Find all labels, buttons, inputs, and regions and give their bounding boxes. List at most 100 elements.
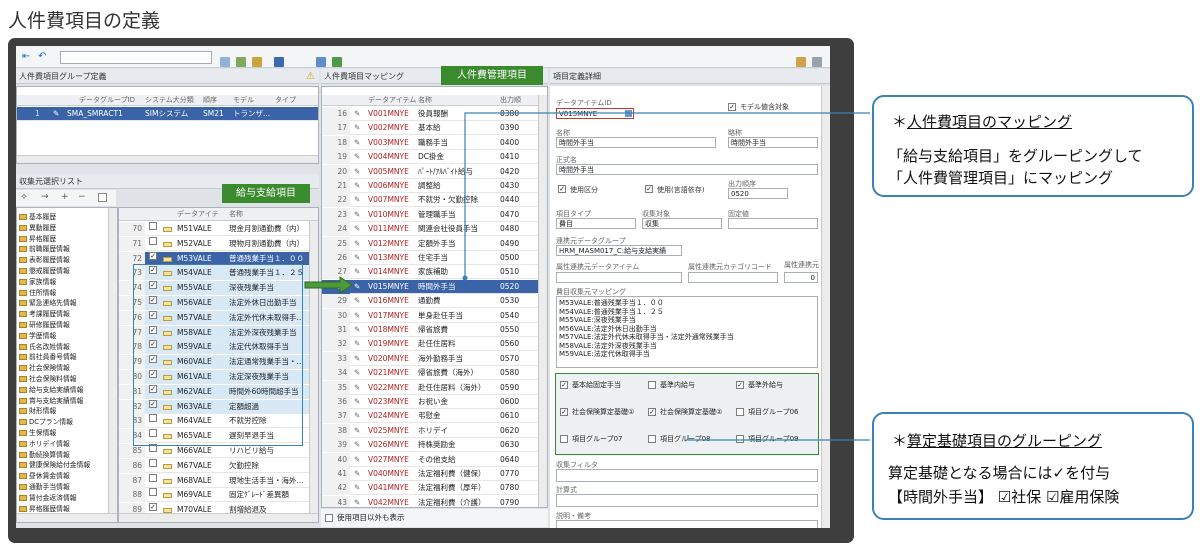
pay-row[interactable]: 71 M52VALE 現物月割通勤費（内） bbox=[119, 236, 318, 251]
pay-row-checkbox[interactable] bbox=[149, 222, 157, 230]
edit-icon: ✎ bbox=[354, 353, 361, 363]
add-icon[interactable]: + bbox=[61, 192, 69, 202]
tree-item[interactable]: 家族情報 bbox=[19, 276, 56, 286]
tree-item[interactable]: 研修履歴情報 bbox=[19, 319, 70, 329]
tree-item[interactable]: 考課履歴情報 bbox=[19, 308, 70, 318]
pay-row[interactable]: 72 ✓ M53VALE 普通残業手当１．００ bbox=[119, 251, 318, 266]
pay-row-checkbox[interactable]: ✓ bbox=[149, 355, 157, 364]
arrow-right-icon[interactable]: → bbox=[41, 192, 49, 202]
tree-item[interactable]: 緊急連絡先情報 bbox=[19, 297, 77, 307]
tree-item[interactable]: ホリデイ情報 bbox=[19, 438, 70, 448]
tree-vscroll[interactable] bbox=[108, 208, 117, 513]
tree-item[interactable]: 前社員番号情報 bbox=[19, 351, 77, 361]
pay-row[interactable]: 77 ✓ M58VALE 法定外深夜残業手当 bbox=[119, 325, 318, 340]
pay-row[interactable]: 78 ✓ M59VALE 法定代休取得手当 bbox=[119, 340, 318, 355]
tree-item[interactable]: 前職履歴情報 bbox=[19, 243, 70, 253]
tree-item[interactable]: 表彰履歴情報 bbox=[19, 254, 70, 264]
pay-row-checkbox[interactable]: ✓ bbox=[149, 266, 157, 275]
pay-row[interactable]: 84 M65VALE 遅刻早退手当 bbox=[119, 429, 318, 444]
tree-item[interactable]: 財形情報 bbox=[19, 405, 56, 415]
pay-row-checkbox[interactable] bbox=[149, 414, 157, 423]
pay-row[interactable]: 85 M66VALE リハビリ給与 bbox=[119, 444, 318, 458]
pay-row-checkbox[interactable]: ✓ bbox=[149, 503, 157, 512]
tree-item[interactable]: 通勤手当情報 bbox=[19, 481, 70, 491]
pay-row-checkbox[interactable]: ✓ bbox=[149, 251, 157, 260]
tree-item[interactable]: 健康保険給付金情報 bbox=[19, 459, 90, 469]
pay-row-checkbox[interactable] bbox=[149, 473, 157, 482]
tree-item-label: 氏名改姓情報 bbox=[29, 342, 70, 351]
calendar-icon[interactable] bbox=[220, 57, 230, 67]
tree-item[interactable]: 社会保険料情報 bbox=[19, 373, 77, 383]
pay-row-checkbox[interactable]: ✓ bbox=[149, 399, 157, 408]
pay-row-checkbox[interactable] bbox=[149, 488, 157, 497]
grid-icon[interactable] bbox=[236, 57, 246, 67]
item-icon bbox=[163, 449, 172, 454]
search-input[interactable] bbox=[60, 51, 212, 64]
pay-row[interactable]: 88 M69VALE 固定ｸﾞﾚｰﾄﾞ差異額 bbox=[119, 488, 318, 503]
grid-add-icon[interactable] bbox=[252, 57, 262, 67]
pay-row-checkbox[interactable]: ✓ bbox=[149, 370, 157, 378]
tree-item[interactable]: 賞与支給実績情報 bbox=[19, 395, 83, 405]
back-icon[interactable]: ⇤ bbox=[22, 51, 30, 62]
tree-item[interactable]: 賃付金返済情報 bbox=[19, 492, 77, 502]
pay-row[interactable]: 81 ✓ M62VALE 時間外60時間超手当 bbox=[119, 384, 318, 399]
pay-row-checkbox[interactable]: ✓ bbox=[149, 296, 157, 304]
pay-row-checkbox[interactable]: ✓ bbox=[149, 340, 157, 349]
group-row-selected[interactable]: 1 ✎ SMA_SMRACT1 SIMシステム SM21 トランザ... bbox=[17, 107, 318, 121]
pay-row[interactable]: 82 ✓ M63VALE 定額超過 bbox=[119, 399, 318, 414]
pay-row[interactable]: 73 ✓ M54VALE 普通残業手当１．２５ bbox=[119, 266, 318, 281]
export-icon[interactable] bbox=[316, 57, 326, 67]
pay-row-checkbox[interactable] bbox=[149, 236, 157, 245]
tree-item[interactable]: 氏名改姓情報 bbox=[19, 341, 70, 351]
tree-item[interactable]: 昇格履歴 bbox=[19, 233, 56, 243]
folder-icon bbox=[19, 322, 27, 328]
tree-item[interactable]: 基本履歴 bbox=[19, 211, 56, 221]
tree-item[interactable]: 昼休賃金情報 bbox=[19, 470, 70, 480]
show-unused-checkbox[interactable] bbox=[325, 514, 333, 522]
tree-item-label: 賃付金返済情報 bbox=[29, 493, 77, 502]
group-grid-hscroll[interactable] bbox=[17, 155, 318, 163]
remove-icon[interactable]: − bbox=[78, 192, 86, 202]
tree-item[interactable]: 生保情報 bbox=[19, 427, 56, 437]
pay-row-checkbox[interactable]: ✓ bbox=[149, 384, 157, 393]
calc-field[interactable] bbox=[556, 494, 818, 507]
save-icon[interactable] bbox=[274, 57, 284, 67]
pay-row[interactable]: 70 M51VALE 現金月割通勤費（内） bbox=[119, 222, 318, 236]
help-icon[interactable] bbox=[812, 57, 822, 67]
pay-row[interactable]: 83 M64VALE 不就労控除 bbox=[119, 414, 318, 429]
pay-hscroll[interactable] bbox=[119, 513, 318, 522]
tree-item[interactable]: 学歴情報 bbox=[19, 330, 56, 340]
tree-item[interactable]: 住所情報 bbox=[19, 287, 56, 297]
import-icon[interactable] bbox=[332, 57, 342, 67]
pay-row[interactable]: 80 ✓ M61VALE 法定深夜残業手当 bbox=[119, 370, 318, 384]
tree-item[interactable]: 勤続換算情報 bbox=[19, 449, 70, 459]
pay-row[interactable]: 87 M68VALE 現地生活手当・海外... bbox=[119, 473, 318, 488]
tree-item[interactable]: 昇格履歴情報 bbox=[19, 503, 70, 513]
tree-item[interactable]: 社会保険情報 bbox=[19, 362, 70, 372]
pay-row-checkbox[interactable] bbox=[149, 429, 157, 438]
expand-icon[interactable]: ⟡ bbox=[21, 192, 27, 202]
pay-row[interactable]: 75 ✓ M56VALE 法定外休日出勤手当 bbox=[119, 296, 318, 310]
pay-row-checkbox[interactable] bbox=[149, 444, 157, 452]
tools-icon[interactable] bbox=[796, 57, 806, 67]
refresh-icon[interactable]: ↶ bbox=[38, 51, 46, 62]
pay-row-checkbox[interactable]: ✓ bbox=[149, 310, 157, 319]
pay-row[interactable]: 74 ✓ M55VALE 深夜残業手当 bbox=[119, 281, 318, 296]
edit-icon: ✎ bbox=[53, 109, 60, 118]
pay-row[interactable]: 86 M67VALE 欠勤控除 bbox=[119, 458, 318, 473]
tree-item[interactable]: 給与支給実績情報 bbox=[19, 384, 83, 394]
pay-row[interactable]: 76 ✓ M57VALE 法定外代休未取得手... bbox=[119, 310, 318, 325]
edit-icon: ✎ bbox=[354, 440, 361, 450]
sheet-icon[interactable] bbox=[98, 193, 107, 202]
tree-item[interactable]: 懲戒履歴情報 bbox=[19, 265, 70, 275]
tree-item[interactable]: 異動履歴 bbox=[19, 222, 56, 232]
mapping-row[interactable]: 43 ✎ V042MNYE 法定福利費（介護） 0790 bbox=[322, 495, 547, 507]
pay-row[interactable]: 79 ✓ M60VALE 法定通常残業手当・... bbox=[119, 355, 318, 370]
tree-hscroll[interactable] bbox=[17, 513, 117, 522]
memo-field[interactable] bbox=[556, 520, 818, 528]
pay-row-checkbox[interactable] bbox=[149, 458, 157, 467]
tree-item[interactable]: DCプラン情報 bbox=[19, 416, 73, 426]
pay-row-checkbox[interactable]: ✓ bbox=[149, 281, 157, 290]
pay-row-checkbox[interactable]: ✓ bbox=[149, 325, 157, 334]
mapping-row[interactable]: 42 ✎ V041MNYE 法定福利費（厚年） 0780 bbox=[322, 481, 547, 496]
